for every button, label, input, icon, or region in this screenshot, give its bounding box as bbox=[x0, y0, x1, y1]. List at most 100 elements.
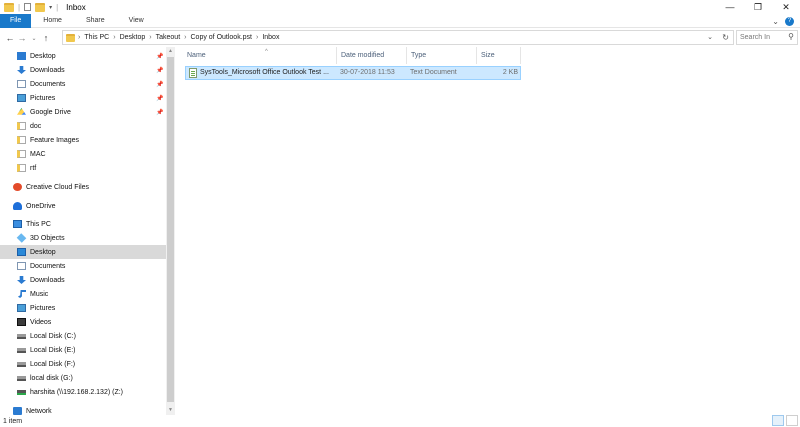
sidebar-item-label: rtf bbox=[30, 164, 37, 172]
new-folder-icon[interactable] bbox=[35, 2, 46, 12]
properties-icon[interactable] bbox=[24, 3, 32, 11]
help-icon[interactable]: ? bbox=[785, 16, 794, 26]
sidebar-item-downloads[interactable]: Downloads bbox=[0, 273, 166, 287]
breadcrumb-separator[interactable]: › bbox=[149, 34, 151, 41]
sidebar-item-local-disk-c[interactable]: Local Disk (C:) bbox=[0, 329, 166, 343]
scroll-up-arrow-icon[interactable]: ▲ bbox=[166, 47, 175, 56]
pin-icon[interactable]: 📌 bbox=[156, 109, 163, 116]
sidebar-item-onedrive[interactable]: OneDrive bbox=[0, 199, 166, 213]
sidebar-item-label: Downloads bbox=[30, 276, 65, 284]
sidebar-item-network-drive-z[interactable]: harshita (\\192.168.2.132) (Z:) bbox=[0, 385, 166, 399]
sidebar-item-local-disk-e[interactable]: Local Disk (E:) bbox=[0, 343, 166, 357]
ribbon-tabs: File Home Share View ⌄ ? bbox=[0, 13, 800, 28]
close-button[interactable]: ✕ bbox=[772, 0, 800, 14]
breadcrumb-separator: › bbox=[78, 34, 81, 41]
nav-pane-scrollbar[interactable]: ▲ ▼ bbox=[166, 47, 175, 415]
sidebar-item-local-disk-g[interactable]: local disk (G:) bbox=[0, 371, 166, 385]
search-icon[interactable]: ⚲ bbox=[788, 32, 794, 41]
item-count: 1 item bbox=[3, 417, 23, 425]
window-title: Inbox bbox=[66, 2, 86, 12]
sidebar-item-quick-desktop[interactable]: Desktop 📌 bbox=[0, 49, 166, 63]
scroll-down-arrow-icon[interactable]: ▼ bbox=[166, 406, 175, 415]
sidebar-item-label: Pictures bbox=[30, 304, 56, 312]
search-input[interactable]: Search In ⚲ bbox=[736, 30, 798, 45]
sidebar-item-3d-objects[interactable]: 3D Objects bbox=[0, 231, 166, 245]
pin-icon[interactable]: 📌 bbox=[156, 81, 163, 88]
sidebar-item-this-pc[interactable]: This PC bbox=[0, 217, 166, 231]
sidebar-item-quick-pictures[interactable]: Pictures 📌 bbox=[0, 91, 166, 105]
folder-icon bbox=[17, 122, 26, 130]
minimize-button[interactable]: — bbox=[716, 0, 744, 14]
sidebar-item-label: Desktop bbox=[30, 248, 56, 256]
refresh-icon[interactable]: ↻ bbox=[722, 31, 729, 44]
column-header-name[interactable]: Name ^ bbox=[183, 47, 337, 64]
breadcrumb-desktop[interactable]: Desktop bbox=[120, 34, 146, 41]
sidebar-item-label: harshita (\\192.168.2.132) (Z:) bbox=[30, 388, 123, 396]
column-header-type[interactable]: Type bbox=[407, 47, 477, 64]
breadcrumb-separator[interactable]: › bbox=[113, 34, 115, 41]
sidebar-item-desktop[interactable]: Desktop bbox=[0, 245, 166, 259]
sidebar-item-quick-downloads[interactable]: Downloads 📌 bbox=[0, 63, 166, 77]
tab-file[interactable]: File bbox=[0, 13, 32, 28]
up-arrow-icon[interactable]: ↑ bbox=[40, 31, 52, 45]
sidebar-item-documents[interactable]: Documents bbox=[0, 259, 166, 273]
tab-home[interactable]: Home bbox=[31, 14, 74, 28]
column-label: Name bbox=[187, 52, 206, 59]
scrollbar-thumb[interactable] bbox=[167, 57, 174, 402]
sidebar-item-label: Feature Images bbox=[30, 136, 80, 144]
sidebar-item-rtf[interactable]: rtf bbox=[0, 161, 166, 175]
file-type: Text Document bbox=[410, 69, 457, 76]
breadcrumb-this-pc[interactable]: This PC bbox=[84, 34, 109, 41]
sidebar-item-pictures[interactable]: Pictures bbox=[0, 301, 166, 315]
chevron-down-icon[interactable]: ⌄ bbox=[772, 17, 779, 26]
sidebar-item-label: Google Drive bbox=[30, 108, 71, 116]
tab-share[interactable]: Share bbox=[74, 14, 117, 28]
sidebar-item-google-drive[interactable]: Google Drive 📌 bbox=[0, 105, 166, 119]
customize-toolbar-icon[interactable]: ▾ bbox=[49, 4, 52, 11]
sidebar-item-creative-cloud[interactable]: Creative Cloud Files bbox=[0, 180, 166, 194]
breadcrumb-inbox[interactable]: Inbox bbox=[262, 34, 279, 41]
back-arrow-icon[interactable]: ← bbox=[4, 31, 16, 45]
pin-icon[interactable]: 📌 bbox=[156, 95, 163, 102]
download-icon bbox=[17, 66, 26, 74]
sidebar-item-music[interactable]: Music bbox=[0, 287, 166, 301]
sidebar-item-mac[interactable]: MAC bbox=[0, 147, 166, 161]
details-view-icon[interactable] bbox=[772, 415, 784, 426]
pictures-icon bbox=[17, 304, 26, 312]
folder-icon bbox=[17, 136, 26, 144]
column-header-date-modified[interactable]: Date modified bbox=[337, 47, 407, 64]
pin-icon[interactable]: 📌 bbox=[156, 53, 163, 60]
sidebar-item-videos[interactable]: Videos bbox=[0, 315, 166, 329]
sidebar-item-network[interactable]: Network bbox=[0, 404, 166, 415]
sidebar-item-feature-images[interactable]: Feature Images bbox=[0, 133, 166, 147]
sidebar-item-label: Documents bbox=[30, 80, 66, 88]
drive-icon bbox=[17, 361, 26, 367]
navigation-bar: ← → ⌄ ↑ › This PC › Desktop › Takeout › … bbox=[0, 29, 800, 47]
tab-view[interactable]: View bbox=[117, 14, 156, 28]
column-header-size[interactable]: Size bbox=[477, 47, 521, 64]
sidebar-item-label: This PC bbox=[26, 220, 51, 228]
creative-cloud-icon bbox=[13, 183, 22, 191]
restore-button[interactable]: ❐ bbox=[744, 0, 772, 14]
recent-locations-icon[interactable]: ⌄ bbox=[28, 31, 40, 45]
drive-icon bbox=[17, 375, 26, 381]
address-bar[interactable]: › This PC › Desktop › Takeout › Copy of … bbox=[62, 30, 734, 45]
sidebar-item-quick-documents[interactable]: Documents 📌 bbox=[0, 77, 166, 91]
breadcrumb-takeout[interactable]: Takeout bbox=[156, 34, 181, 41]
large-icons-view-icon[interactable] bbox=[786, 415, 798, 426]
breadcrumb-separator[interactable]: › bbox=[256, 34, 258, 41]
desktop-icon bbox=[17, 52, 26, 60]
sidebar-item-doc[interactable]: doc bbox=[0, 119, 166, 133]
table-row[interactable]: SysTools_Microsoft Office Outlook Test .… bbox=[185, 66, 521, 80]
pin-icon[interactable]: 📌 bbox=[156, 67, 163, 74]
sidebar-item-label: MAC bbox=[30, 150, 46, 158]
sidebar-item-label: Local Disk (E:) bbox=[30, 346, 76, 354]
download-icon bbox=[17, 276, 26, 284]
sidebar-item-local-disk-f[interactable]: Local Disk (F:) bbox=[0, 357, 166, 371]
network-drive-icon bbox=[17, 389, 26, 395]
breadcrumb-separator[interactable]: › bbox=[184, 34, 186, 41]
breadcrumb-copy-of-outlook[interactable]: Copy of Outlook.pst bbox=[191, 34, 252, 41]
google-drive-icon bbox=[17, 108, 26, 115]
chevron-down-icon[interactable]: ⌄ bbox=[707, 31, 713, 44]
forward-arrow-icon[interactable]: → bbox=[16, 31, 28, 45]
